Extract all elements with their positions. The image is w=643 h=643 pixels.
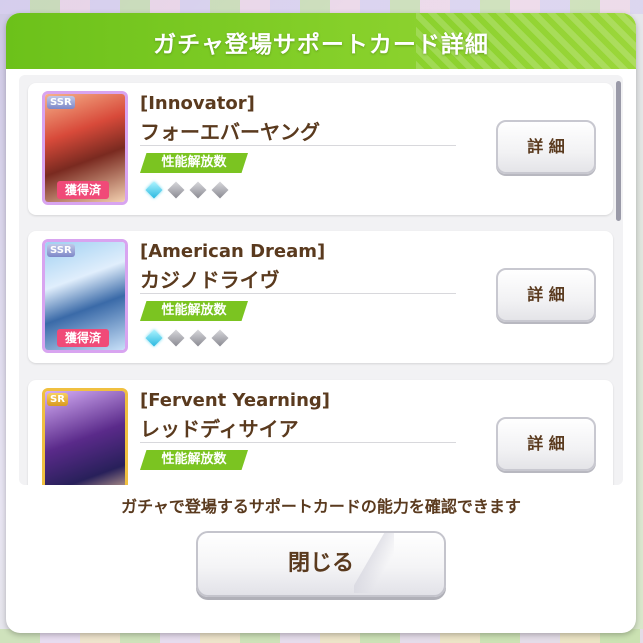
divider [140, 145, 456, 146]
card-thumbnail[interactable]: SSR 獲得済 [42, 239, 128, 353]
gem-filled-icon [145, 181, 163, 199]
gem-empty-icon [189, 181, 207, 199]
dialog-title: ガチャ登場サポートカード詳細 [153, 32, 489, 58]
background-strip-top [0, 0, 643, 14]
gem-filled-icon [145, 329, 163, 347]
card-name: レッドディサイア [140, 417, 299, 441]
close-button[interactable]: 閉じる [196, 531, 446, 597]
rarity-badge: SSR [47, 244, 75, 257]
gem-empty-icon [189, 329, 207, 347]
performance-unlock-label: 性能解放数 [140, 301, 248, 321]
support-card-row: SSR 獲得済 [Innovator] フォーエバーヤング 性能解放数 詳 細 [28, 83, 613, 215]
divider [140, 442, 456, 443]
gem-empty-icon [167, 181, 185, 199]
list-scrollbar[interactable] [616, 81, 621, 221]
card-title: [Fervent Yearning] [140, 390, 331, 411]
obtained-badge: 獲得済 [57, 329, 109, 347]
unlock-gems [145, 181, 236, 200]
detail-button[interactable]: 詳 細 [496, 268, 596, 322]
performance-unlock-label: 性能解放数 [140, 153, 248, 173]
card-title: [American Dream] [140, 241, 326, 262]
card-thumbnail[interactable]: SSR 獲得済 [42, 91, 128, 205]
rarity-badge: SR [47, 393, 68, 406]
card-name: カジノドライヴ [140, 268, 280, 292]
performance-unlock-label: 性能解放数 [140, 450, 248, 470]
detail-button[interactable]: 詳 細 [496, 417, 596, 471]
obtained-badge: 獲得済 [57, 181, 109, 199]
gem-empty-icon [167, 329, 185, 347]
card-thumbnail[interactable]: SR [42, 388, 128, 485]
divider [140, 293, 456, 294]
gem-empty-icon [211, 329, 229, 347]
support-card-list[interactable]: SSR 獲得済 [Innovator] フォーエバーヤング 性能解放数 詳 細 … [19, 75, 623, 485]
unlock-gems [145, 329, 236, 348]
gem-empty-icon [211, 181, 229, 199]
support-card-row: SSR 獲得済 [American Dream] カジノドライヴ 性能解放数 詳… [28, 231, 613, 363]
dialog-header: ガチャ登場サポートカード詳細 [6, 13, 636, 69]
dialog-description: ガチャで登場するサポートカードの能力を確認できます [121, 497, 521, 516]
gacha-support-card-dialog: ガチャ登場サポートカード詳細 SSR 獲得済 [Innovator] フォーエバ… [6, 13, 636, 633]
support-card-row: SR [Fervent Yearning] レッドディサイア 性能解放数 詳 細 [28, 380, 613, 485]
detail-button[interactable]: 詳 細 [496, 120, 596, 174]
rarity-badge: SSR [47, 96, 75, 109]
card-name: フォーエバーヤング [140, 120, 320, 144]
card-title: [Innovator] [140, 93, 255, 114]
